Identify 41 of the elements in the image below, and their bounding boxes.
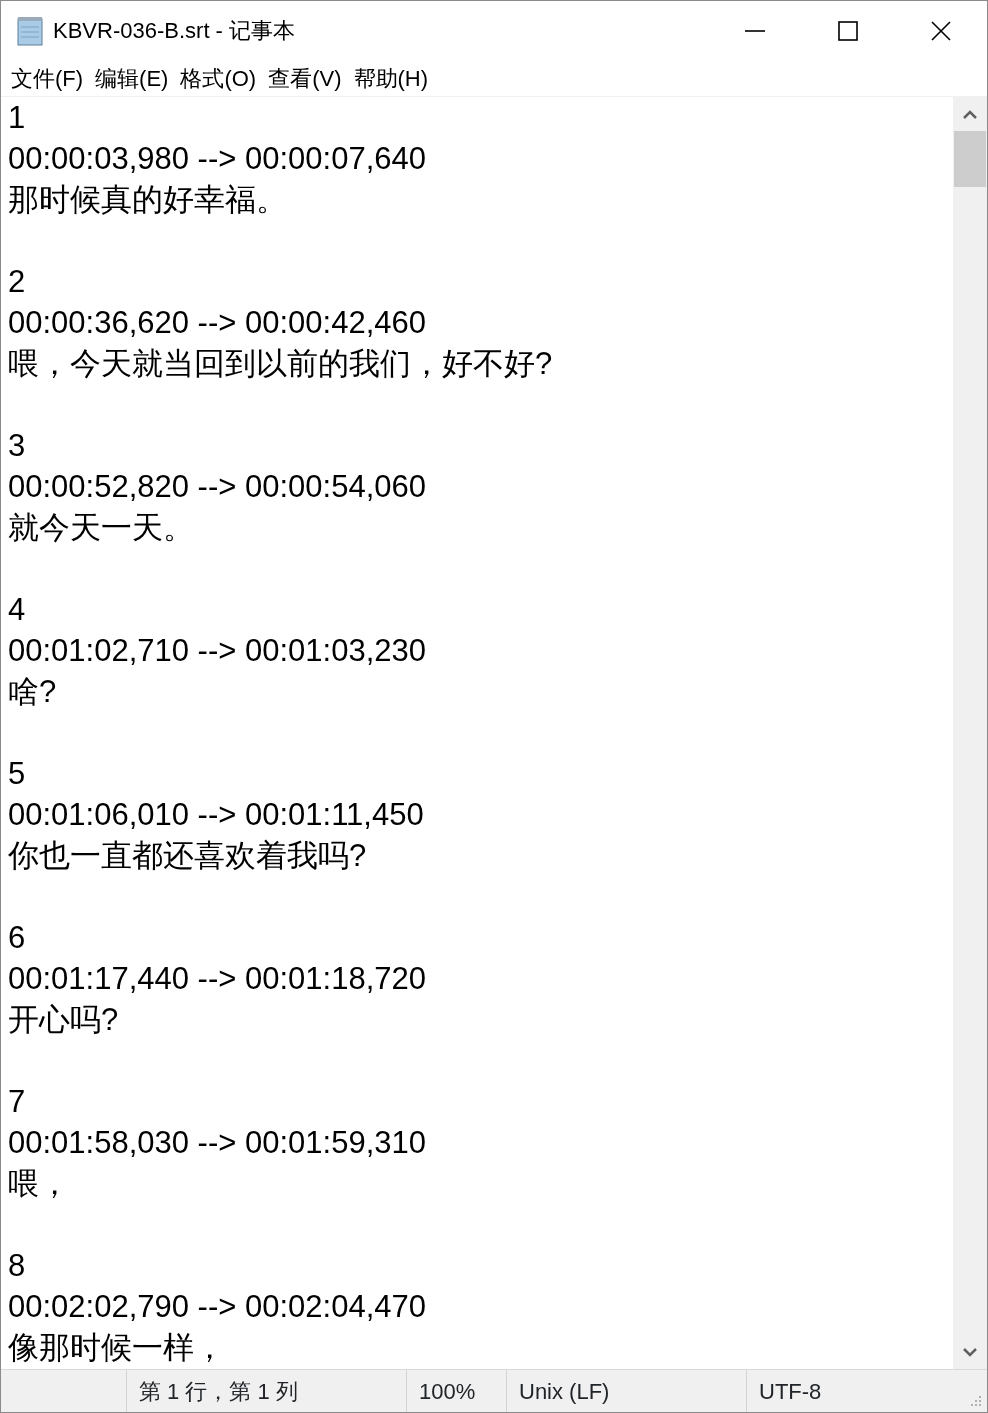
subtitle-timing: 00:01:17,440 --> 00:01:18,720: [8, 961, 426, 996]
subtitle-timing: 00:02:02,790 --> 00:02:04,470: [8, 1289, 426, 1324]
scroll-up-icon[interactable]: [963, 109, 977, 119]
cursor-position: 第 1 行，第 1 列: [139, 1377, 298, 1406]
subtitle-text: 啥?: [8, 674, 57, 709]
subtitle-index: 6: [8, 920, 26, 955]
subtitle-index: 4: [8, 592, 26, 627]
subtitle-index: 7: [8, 1084, 26, 1119]
subtitle-index: 2: [8, 264, 26, 299]
subtitle-timing: 00:01:06,010 --> 00:01:11,450: [8, 797, 424, 832]
scrollbar[interactable]: [953, 97, 987, 1369]
menu-item[interactable]: 帮助(H): [347, 61, 435, 95]
zoom-level: 100%: [419, 1377, 476, 1406]
scroll-thumb[interactable]: [954, 131, 986, 187]
minimize-icon: [743, 29, 766, 32]
subtitle-timing: 00:00:36,620 --> 00:00:42,460: [8, 305, 426, 340]
subtitle-text: 喂，今天就当回到以前的我们，好不好?: [8, 346, 553, 381]
menu-item[interactable]: 格式(O): [174, 61, 263, 95]
subtitle-timing: 00:00:52,820 --> 00:00:54,060: [8, 469, 426, 504]
menu-item[interactable]: 查看(V): [262, 61, 348, 95]
encoding: UTF-8: [759, 1377, 822, 1406]
subtitle-text: 就今天一天。: [8, 510, 194, 545]
subtitle-timing: 00:01:02,710 --> 00:01:03,230: [8, 633, 426, 668]
subtitle-text: 开心吗?: [8, 1002, 119, 1037]
subtitle-text: 你也一直都还喜欢着我吗?: [8, 838, 367, 873]
subtitle-timing: 00:00:03,980 --> 00:00:07,640: [8, 141, 426, 176]
subtitle-text: 那时候真的好幸福。: [8, 182, 287, 217]
subtitle-index: 8: [8, 1248, 26, 1283]
subtitle-index: 5: [8, 756, 26, 791]
menu-item[interactable]: 文件(F): [5, 61, 90, 95]
subtitle-timing: 00:01:58,030 --> 00:01:59,310: [8, 1125, 426, 1160]
close-icon: [929, 19, 952, 42]
subtitle-text: 喂，: [8, 1166, 70, 1201]
maximize-icon: [836, 19, 859, 42]
subtitle-text: 像那时候一样，: [8, 1330, 225, 1365]
line-ending: Unix (LF): [519, 1377, 610, 1406]
scroll-down-icon[interactable]: [963, 1347, 977, 1357]
subtitle-index: 3: [8, 428, 26, 463]
subtitle-index: 1: [8, 100, 26, 135]
window-title: KBVR-036-B.srt - 记事本: [53, 17, 296, 45]
menu-item[interactable]: 编辑(E): [89, 61, 175, 95]
